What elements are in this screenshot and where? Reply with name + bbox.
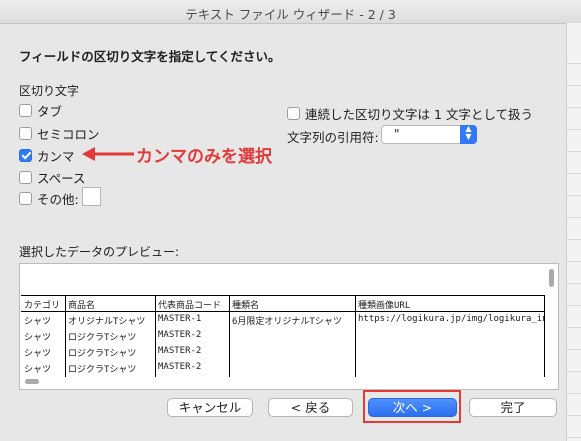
comma-delimiter-option[interactable]: カンマ	[19, 147, 75, 164]
semicolon-checkbox[interactable]	[19, 126, 32, 140]
preview-row: シャツ ロジクラTシャツ MASTER-2	[21, 359, 545, 375]
other-label: その他:	[37, 191, 79, 207]
consecutive-checkbox[interactable]	[287, 107, 300, 120]
preview-row: シャツ オリジナルTシャツ MASTER-1 6月限定オリジナルTシャツ htt…	[21, 311, 545, 327]
consecutive-delimiter-option[interactable]: 連続した区切り文字は 1 文字として扱う	[287, 104, 533, 123]
instruction-text: フィールドの区切り文字を指定してください。	[19, 49, 281, 64]
preview-cell: MASTER-2	[158, 346, 202, 356]
column-divider	[229, 295, 230, 377]
comma-checkbox[interactable]	[19, 148, 32, 162]
cancel-button[interactable]: キャンセル	[167, 398, 253, 417]
tab-label: タブ	[37, 103, 63, 119]
space-checkbox[interactable]	[19, 170, 32, 184]
annotation-text: カンマのみを選択	[136, 147, 272, 167]
preview-cell: シャツ	[24, 333, 52, 343]
preview-cell: オリジナルTシャツ	[68, 317, 146, 327]
preview-cell: シャツ	[24, 349, 52, 359]
preview-cell: 6月限定オリジナルTシャツ	[232, 317, 342, 327]
window-title: テキスト ファイル ウィザード - 2 / 3	[185, 7, 396, 22]
preview-cell: ロジクラTシャツ	[68, 365, 137, 375]
back-button[interactable]: < 戻る	[268, 398, 353, 417]
preview-grid: カテゴリ 商品名 代表商品コード 種類名 種類画像URL シャツ オリジナルTシ…	[21, 295, 545, 377]
next-button-highlight	[363, 390, 461, 423]
title-bar: テキスト ファイル ウィザード - 2 / 3	[0, 0, 581, 24]
select-chevron-icon: ▲ ▼	[460, 125, 477, 144]
preview-row: シャツ ロジクラTシャツ MASTER-2	[21, 327, 545, 343]
preview-cell: シャツ	[24, 365, 52, 375]
tab-delimiter-option[interactable]: タブ	[19, 102, 63, 119]
comma-label: カンマ	[37, 148, 75, 164]
header-cell: 代表商品コード	[158, 301, 222, 311]
other-delimiter-input[interactable]	[82, 187, 101, 206]
column-divider	[544, 295, 545, 377]
preview-header-row: カテゴリ 商品名 代表商品コード 種類名 種類画像URL	[21, 295, 545, 311]
column-divider	[355, 295, 356, 377]
text-qualifier-label: 文字列の引用符:	[287, 130, 379, 145]
column-divider	[155, 295, 156, 377]
preview-cell: ロジクラTシャツ	[68, 349, 137, 359]
annotation-arrow-icon	[82, 147, 134, 161]
preview-cell: MASTER-2	[158, 330, 202, 340]
header-cell: 種類名	[232, 301, 260, 311]
background-window-edge	[566, 23, 581, 441]
preview-cell: MASTER-2	[158, 362, 202, 372]
consecutive-label: 連続した区切り文字は 1 文字として扱う	[305, 107, 534, 122]
preview-cell: MASTER-1	[158, 314, 202, 324]
finish-button[interactable]: 完了	[469, 398, 557, 417]
preview-cell: シャツ	[24, 317, 52, 327]
semicolon-label: セミコロン	[37, 126, 100, 142]
header-cell: 種類画像URL	[358, 301, 411, 311]
other-checkbox[interactable]	[19, 191, 32, 205]
delimiters-section-label: 区切り文字	[19, 84, 80, 98]
preview-vertical-scrollbar[interactable]	[549, 269, 554, 287]
preview-row: シャツ ロジクラTシャツ MASTER-2	[21, 343, 545, 359]
space-label: スペース	[37, 170, 86, 186]
preview-cell: ロジクラTシャツ	[68, 333, 137, 343]
preview-cell: https://logikura.jp/img/logikura_indig	[358, 314, 545, 324]
space-delimiter-option[interactable]: スペース	[19, 169, 86, 186]
preview-horizontal-scrollbar[interactable]	[25, 379, 39, 384]
text-qualifier-select[interactable]: " ▲ ▼	[381, 125, 477, 144]
text-qualifier-value: "	[394, 127, 400, 141]
semicolon-delimiter-option[interactable]: セミコロン	[19, 125, 100, 142]
other-delimiter-option[interactable]: その他:	[19, 190, 79, 207]
header-cell: カテゴリ	[24, 301, 61, 311]
header-cell: 商品名	[68, 301, 96, 311]
column-divider	[65, 295, 66, 377]
tab-checkbox[interactable]	[19, 103, 32, 117]
data-preview[interactable]: カテゴリ 商品名 代表商品コード 種類名 種類画像URL シャツ オリジナルTシ…	[19, 263, 559, 390]
preview-label: 選択したデータのプレビュー:	[19, 245, 180, 259]
